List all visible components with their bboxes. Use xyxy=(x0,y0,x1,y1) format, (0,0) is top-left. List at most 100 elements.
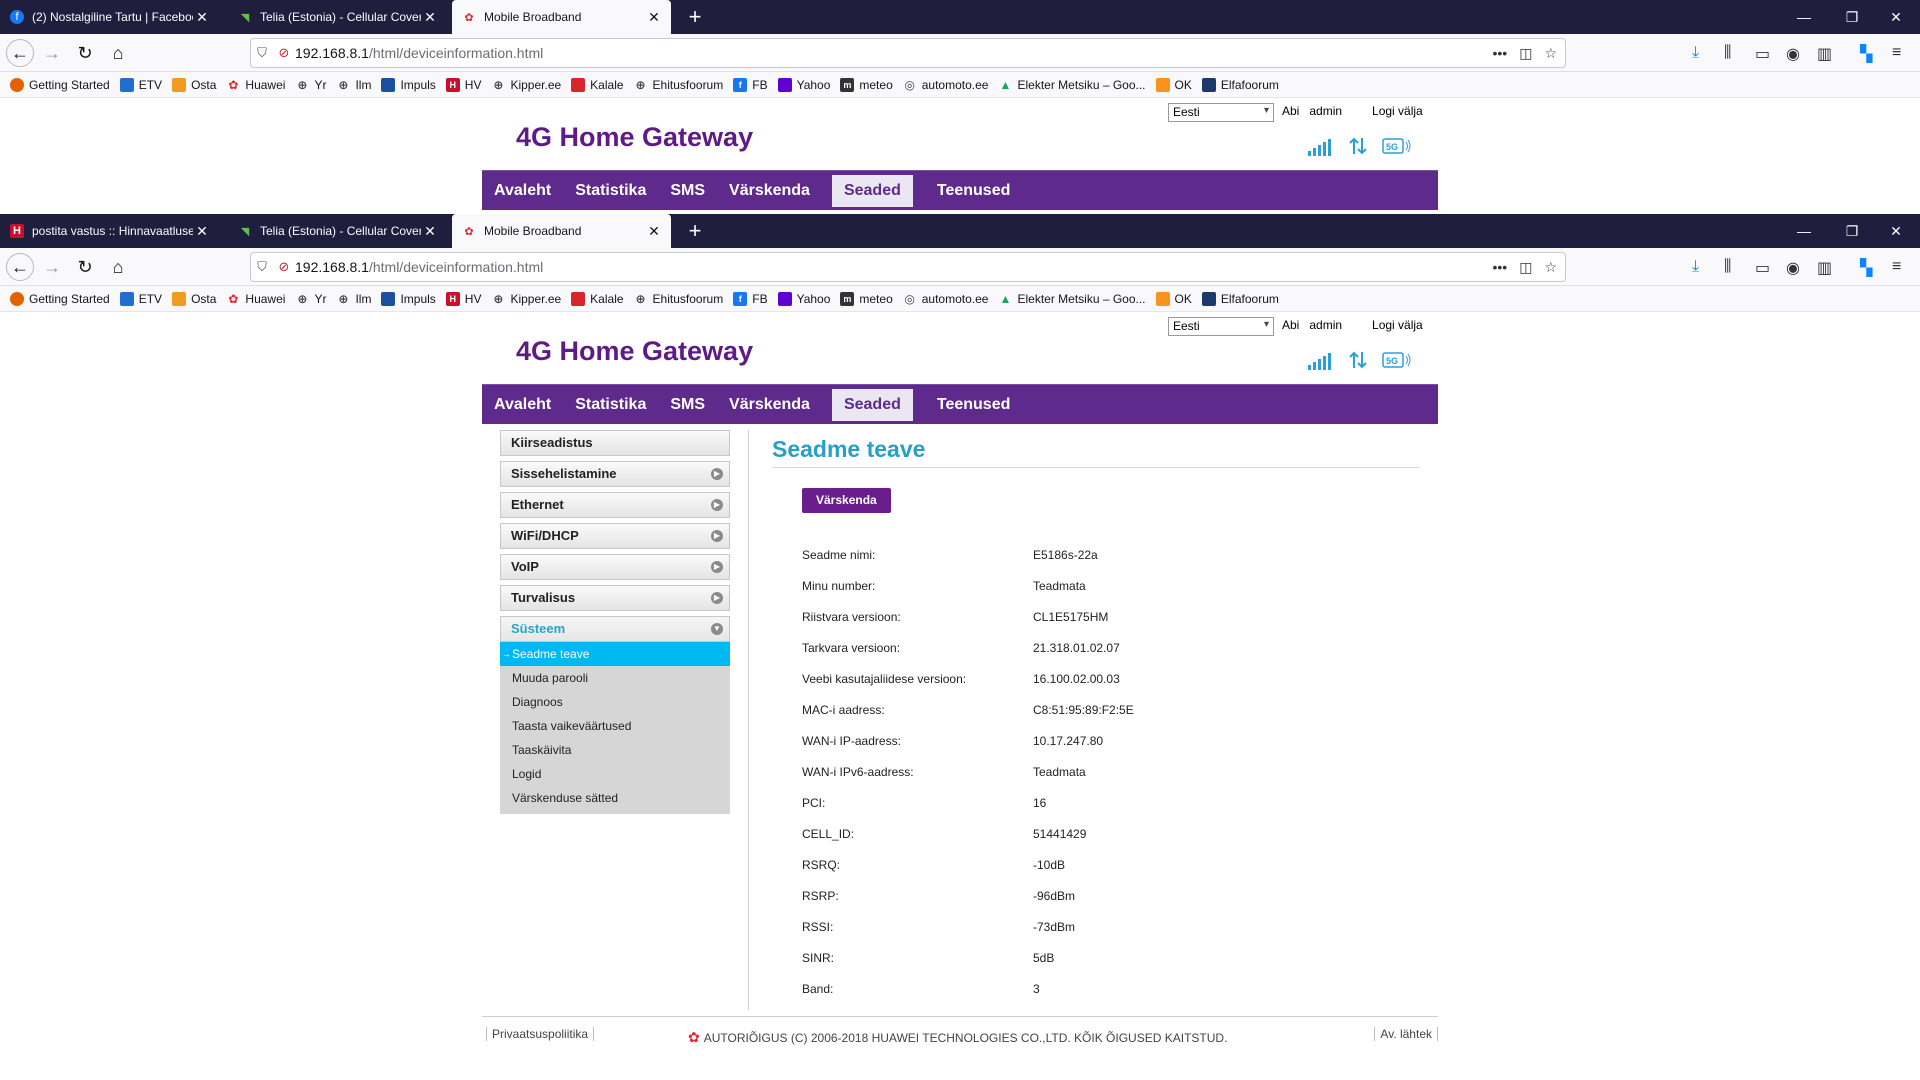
bookmark[interactable]: ⊕ Ilm xyxy=(336,292,371,306)
restore-button[interactable]: ❐ xyxy=(1828,214,1876,248)
nav-statistics[interactable]: Statistika xyxy=(563,389,658,421)
bookmark[interactable]: ETV xyxy=(119,77,162,92)
url-bar[interactable]: ⛉ ⊘ 192.168.8.1/html/deviceinformation.h… xyxy=(250,38,1566,68)
nav-update[interactable]: Värskenda xyxy=(717,175,822,207)
tab-mobile-broadband[interactable]: ✿ Mobile Broadband ✕ xyxy=(452,214,671,248)
bookmark[interactable]: ⊕ Ehitusfoorum xyxy=(634,78,724,92)
sidebar-item-quick-setup[interactable]: Kiirseadistus xyxy=(500,430,730,456)
bookmark[interactable]: ⊕ Yr xyxy=(295,292,326,306)
bookmark[interactable]: ⊕ Kipper.ee xyxy=(491,292,561,306)
reload-button[interactable]: ↻ xyxy=(71,40,99,66)
bookmark[interactable]: Impuls xyxy=(381,77,436,92)
addons-icon[interactable]: ▚ xyxy=(1860,258,1872,278)
pocket-icon[interactable]: ◫ xyxy=(1519,45,1532,62)
subitem-reboot[interactable]: Taaskäivita xyxy=(500,738,730,762)
close-icon[interactable]: ✕ xyxy=(421,9,439,26)
bookmark[interactable]: Yahoo xyxy=(777,77,830,92)
subitem-diagnosis[interactable]: Diagnoos xyxy=(500,690,730,714)
forward-button[interactable]: → xyxy=(38,254,66,280)
subitem-change-password[interactable]: Muuda parooli xyxy=(500,666,730,690)
account-icon[interactable]: ◉ xyxy=(1786,258,1800,278)
star-icon[interactable]: ☆ xyxy=(1544,259,1557,276)
close-icon[interactable]: ✕ xyxy=(193,223,211,240)
bookmark[interactable]: Elfafoorum xyxy=(1201,291,1279,306)
subitem-update-settings[interactable]: Värskenduse sätted xyxy=(500,786,730,810)
nav-sms[interactable]: SMS xyxy=(658,175,717,207)
nav-statistics[interactable]: Statistika xyxy=(563,175,658,207)
library-icon[interactable]: ⫼ xyxy=(1724,44,1731,62)
nav-services[interactable]: Teenused xyxy=(925,389,1023,421)
close-window-button[interactable]: ✕ xyxy=(1872,214,1920,248)
bookmark[interactable]: OK xyxy=(1155,291,1192,306)
nav-home[interactable]: Avaleht xyxy=(482,389,563,421)
more-actions-icon[interactable]: ••• xyxy=(1492,259,1507,276)
subitem-device-info[interactable]: Seadme teave xyxy=(500,642,730,666)
close-icon[interactable]: ✕ xyxy=(193,9,211,26)
privacy-policy-link[interactable]: Privaatsuspoliitika xyxy=(486,1027,595,1041)
bookmark[interactable]: H HV xyxy=(445,291,481,306)
back-button[interactable]: ← xyxy=(6,253,34,281)
close-window-button[interactable]: ✕ xyxy=(1872,0,1920,34)
minimize-button[interactable]: — xyxy=(1780,0,1828,34)
tab-facebook[interactable]: f (2) Nostalgiline Tartu | Facebook ✕ xyxy=(0,0,219,34)
account-icon[interactable]: ◉ xyxy=(1786,44,1800,64)
tab-telia[interactable]: ◥ Telia (Estonia) - Cellular Coverage ✕ xyxy=(228,214,447,248)
restore-button[interactable]: ❐ xyxy=(1828,0,1876,34)
bookmark[interactable]: Getting Started xyxy=(10,77,110,92)
addons-icon[interactable]: ▚ xyxy=(1860,44,1872,64)
open-source-link[interactable]: Av. lähtek xyxy=(1374,1027,1438,1041)
sidebar-item-system[interactable]: Süsteem ▼ xyxy=(500,616,730,642)
logout-link[interactable]: Logi välja xyxy=(1372,104,1423,118)
close-icon[interactable]: ✕ xyxy=(645,223,663,240)
language-select[interactable]: Eesti ▾ xyxy=(1168,317,1274,336)
bookmark[interactable]: ⊕ Ilm xyxy=(336,78,371,92)
bookmark[interactable]: Getting Started xyxy=(10,291,110,306)
home-button[interactable]: ⌂ xyxy=(104,40,132,66)
nav-services[interactable]: Teenused xyxy=(925,175,1023,207)
download-icon[interactable]: ⤓ xyxy=(1692,44,1699,62)
bookmark[interactable]: Osta xyxy=(172,291,216,306)
refresh-button[interactable]: Värskenda xyxy=(802,488,891,513)
bookmark[interactable]: Elfafoorum xyxy=(1201,77,1279,92)
subitem-restore-defaults[interactable]: Taasta vaikeväärtused xyxy=(500,714,730,738)
nav-sms[interactable]: SMS xyxy=(658,389,717,421)
sidebar-icon[interactable]: ▭ xyxy=(1755,258,1770,278)
shield-icon[interactable]: ⛉ xyxy=(251,259,273,275)
bookmark[interactable]: ◎ automoto.ee xyxy=(903,78,989,92)
bookmark[interactable]: ETV xyxy=(119,291,162,306)
bookmark[interactable]: ✿ Huawei xyxy=(226,292,285,306)
bookmark[interactable]: Impuls xyxy=(381,291,436,306)
tab-telia[interactable]: ◥ Telia (Estonia) - Cellular Coverage ✕ xyxy=(228,0,447,34)
sidebar-item-dialup[interactable]: Sissehelistamine ▶ xyxy=(500,461,730,487)
bookmark[interactable]: ▲ Elekter Metsiku – Goo... xyxy=(998,292,1146,306)
bookmark[interactable]: ✿ Huawei xyxy=(226,78,285,92)
reload-button[interactable]: ↻ xyxy=(71,254,99,280)
sidebar-item-security[interactable]: Turvalisus ▶ xyxy=(500,585,730,611)
bookmark[interactable]: ▲ Elekter Metsiku – Goo... xyxy=(998,78,1146,92)
star-icon[interactable]: ☆ xyxy=(1544,45,1557,62)
logout-link[interactable]: Logi välja xyxy=(1372,318,1423,332)
nav-settings[interactable]: Seaded xyxy=(831,174,913,207)
help-link[interactable]: Abi xyxy=(1282,318,1299,332)
bookmark[interactable]: Kalale xyxy=(571,291,624,306)
sidebar-item-ethernet[interactable]: Ethernet ▶ xyxy=(500,492,730,518)
download-icon[interactable]: ⤓ xyxy=(1692,258,1699,276)
forward-button[interactable]: → xyxy=(38,40,66,66)
subitem-logs[interactable]: Logid xyxy=(500,762,730,786)
url-bar[interactable]: ⛉ ⊘ 192.168.8.1/html/deviceinformation.h… xyxy=(250,252,1566,282)
language-select[interactable]: Eesti ▾ xyxy=(1168,103,1274,122)
bookmark[interactable]: ⊕ Kipper.ee xyxy=(491,78,561,92)
close-icon[interactable]: ✕ xyxy=(645,9,663,26)
nav-home[interactable]: Avaleht xyxy=(482,175,563,207)
shield-icon[interactable]: ⛉ xyxy=(251,45,273,61)
insecure-lock-icon[interactable]: ⊘ xyxy=(273,45,295,61)
bookmark[interactable]: ⊕ Ehitusfoorum xyxy=(634,292,724,306)
bookmark[interactable]: Yahoo xyxy=(777,291,830,306)
new-tab-button[interactable]: + xyxy=(682,4,708,30)
minimize-button[interactable]: — xyxy=(1780,214,1828,248)
nav-settings[interactable]: Seaded xyxy=(831,388,913,421)
sidebar-item-voip[interactable]: VoIP ▶ xyxy=(500,554,730,580)
bookmark[interactable]: OK xyxy=(1155,77,1192,92)
bookmark[interactable]: m meteo xyxy=(840,291,893,306)
bookmark[interactable]: m meteo xyxy=(840,77,893,92)
